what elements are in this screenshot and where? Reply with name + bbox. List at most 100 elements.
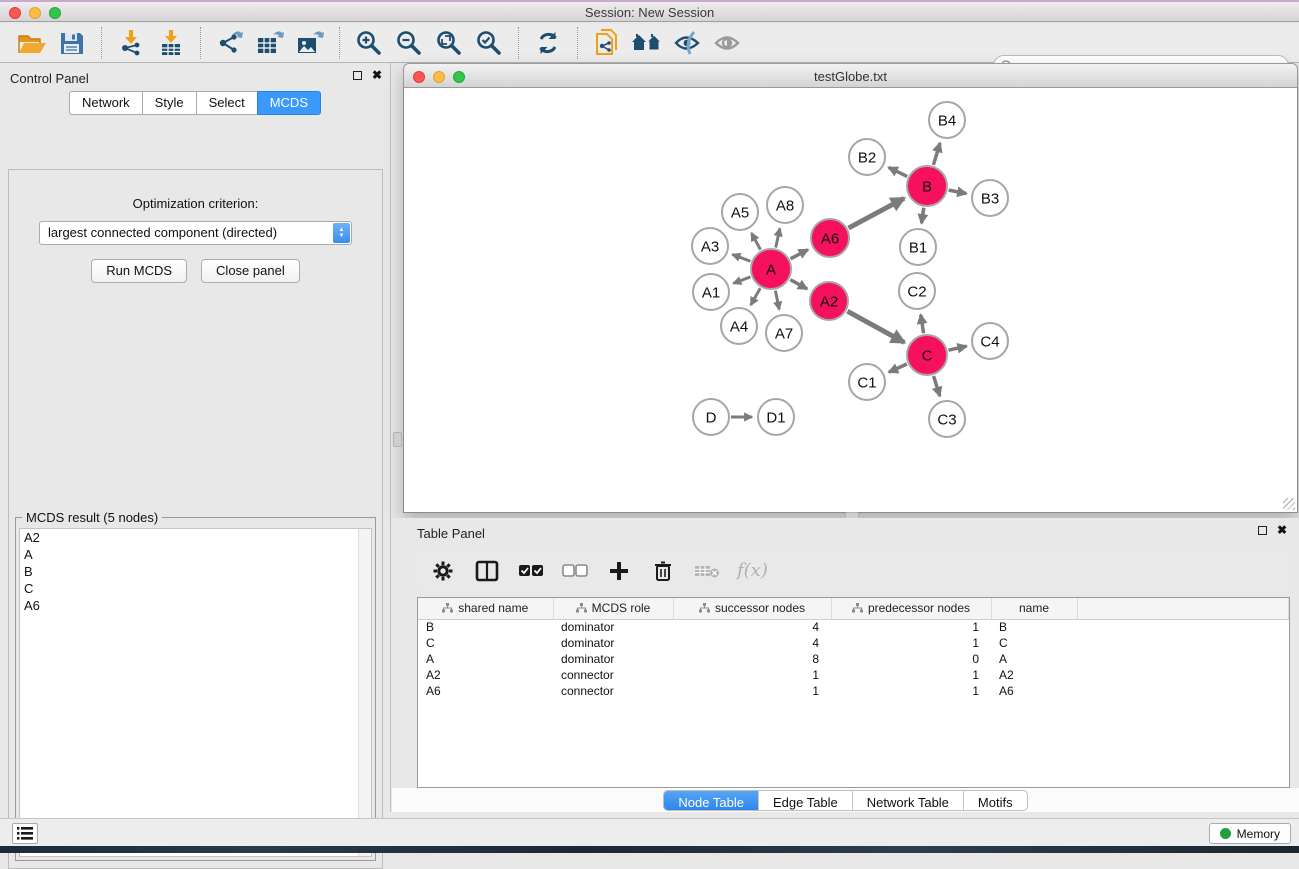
settings-gear-icon[interactable]	[429, 557, 457, 585]
show-hide-icon[interactable]	[710, 27, 744, 59]
network-window-titlebar[interactable]: testGlobe.txt	[403, 63, 1298, 88]
zoom-selected-icon[interactable]	[472, 27, 506, 59]
close-table-panel-icon[interactable]: ✖	[1277, 526, 1287, 535]
result-item[interactable]: A	[20, 546, 371, 563]
node-A5[interactable]: A5	[722, 194, 758, 230]
node-table[interactable]: shared nameMCDS rolesuccessor nodesprede…	[417, 597, 1290, 788]
new-network-file-icon[interactable]	[590, 27, 624, 59]
table-row[interactable]: Cdominator41C	[418, 635, 1289, 651]
delete-columns-icon[interactable]	[649, 557, 677, 585]
edge-A-A8[interactable]	[776, 228, 780, 247]
tab-edge-table[interactable]: Edge Table	[759, 791, 853, 810]
column-header[interactable]: successor nodes	[673, 598, 831, 619]
node-C1[interactable]: C1	[849, 364, 885, 400]
column-header[interactable]: predecessor nodes	[831, 598, 991, 619]
tab-mcds[interactable]: MCDS	[257, 91, 321, 115]
node-B4[interactable]: B4	[929, 102, 965, 138]
toggle-graphics-details-icon[interactable]	[670, 27, 704, 59]
network-graph[interactable]: B4 B2 B B3 A5A8A6 A3 B1 A A1 C2 A2 A4A7 C4 C C1 D D1 C3	[404, 88, 1297, 511]
home-networks-icon[interactable]	[630, 27, 664, 59]
export-table-icon[interactable]	[253, 27, 287, 59]
add-column-icon[interactable]	[605, 557, 633, 585]
edge-A-A7[interactable]	[775, 291, 779, 310]
memory-button[interactable]: Memory	[1209, 823, 1291, 844]
node-A3[interactable]: A3	[692, 228, 728, 264]
edge-C-C1[interactable]	[889, 364, 907, 372]
edge-A6-B[interactable]	[849, 198, 905, 228]
tab-motifs[interactable]: Motifs	[964, 791, 1027, 810]
edge-A-A5[interactable]	[751, 233, 760, 250]
select-all-columns-icon[interactable]	[517, 557, 545, 585]
task-history-button[interactable]	[12, 823, 38, 844]
result-item[interactable]: A6	[20, 597, 371, 614]
result-item[interactable]: B	[20, 563, 371, 580]
node-B3[interactable]: B3	[972, 180, 1008, 216]
node-D[interactable]: D	[693, 399, 729, 435]
edge-B-B4[interactable]	[933, 143, 940, 165]
export-network-icon[interactable]	[213, 27, 247, 59]
export-image-icon[interactable]	[293, 27, 327, 59]
zoom-out-icon[interactable]	[392, 27, 426, 59]
edge-B-B2[interactable]	[889, 167, 908, 176]
float-panel-icon[interactable]	[353, 71, 362, 80]
mcds-result-list[interactable]: A2ABCA6	[19, 528, 372, 857]
edge-A-A4[interactable]	[751, 288, 760, 305]
zoom-fit-icon[interactable]	[432, 27, 466, 59]
edge-C-C3[interactable]	[934, 376, 940, 396]
node-A2[interactable]: A2	[810, 282, 848, 320]
table-row[interactable]: Bdominator41B	[418, 619, 1289, 635]
node-A7[interactable]: A7	[766, 315, 802, 351]
table-row[interactable]: Adominator80A	[418, 651, 1289, 667]
table-row[interactable]: A2connector11A2	[418, 667, 1289, 683]
import-network-icon[interactable]	[114, 27, 148, 59]
edge-B-B3[interactable]	[949, 190, 967, 193]
refresh-icon[interactable]	[531, 27, 565, 59]
node-A4[interactable]: A4	[721, 308, 757, 344]
zoom-in-icon[interactable]	[352, 27, 386, 59]
network-canvas[interactable]: B4 B2 B B3 A5A8A6 A3 B1 A A1 C2 A2 A4A7 C4 C C1 D D1 C3	[403, 88, 1298, 513]
edge-C-C4[interactable]	[948, 346, 966, 350]
show-column-panel-icon[interactable]	[473, 557, 501, 585]
tab-style[interactable]: Style	[142, 91, 196, 115]
tab-network[interactable]: Network	[69, 91, 142, 115]
result-item[interactable]: A2	[20, 529, 371, 546]
criterion-dropdown[interactable]: largest connected component (directed) ▲…	[39, 221, 352, 245]
desktop-vertical-scrollbar[interactable]	[393, 432, 402, 447]
node-C2[interactable]: C2	[899, 273, 935, 309]
edge-A-A3[interactable]	[732, 254, 750, 261]
node-B2[interactable]: B2	[849, 139, 885, 175]
column-header[interactable]: shared name	[418, 598, 553, 619]
import-table-icon[interactable]	[154, 27, 188, 59]
edge-A-A2[interactable]	[790, 280, 807, 289]
edge-A-A6[interactable]	[790, 250, 807, 259]
edge-A2-C[interactable]	[847, 311, 904, 342]
node-A1[interactable]: A1	[693, 274, 729, 310]
node-C3[interactable]: C3	[929, 401, 965, 437]
node-A8[interactable]: A8	[767, 187, 803, 223]
float-table-panel-icon[interactable]	[1258, 526, 1267, 535]
result-item[interactable]: C	[20, 580, 371, 597]
edge-B-B1[interactable]	[922, 208, 924, 223]
node-B[interactable]: B	[907, 166, 947, 206]
node-C4[interactable]: C4	[972, 323, 1008, 359]
tab-network-table[interactable]: Network Table	[853, 791, 964, 810]
node-B1[interactable]: B1	[900, 229, 936, 265]
close-panel-icon[interactable]: ✖	[372, 71, 382, 80]
edge-A-A1[interactable]	[733, 277, 750, 284]
window-resize-grip[interactable]	[1283, 498, 1295, 510]
column-header[interactable]: name	[991, 598, 1077, 619]
tab-node-table[interactable]: Node Table	[664, 791, 759, 810]
column-header[interactable]: MCDS role	[553, 598, 673, 619]
node-A6[interactable]: A6	[811, 219, 849, 257]
node-A[interactable]: A	[751, 249, 791, 289]
unselect-all-columns-icon[interactable]	[561, 557, 589, 585]
table-row[interactable]: A6connector11A6	[418, 683, 1289, 699]
close-panel-button[interactable]: Close panel	[201, 259, 300, 283]
edge-C-C2[interactable]	[921, 315, 924, 334]
save-session-icon[interactable]	[55, 27, 89, 59]
run-mcds-button[interactable]: Run MCDS	[91, 259, 187, 283]
tab-select[interactable]: Select	[196, 91, 257, 115]
node-D1[interactable]: D1	[758, 399, 794, 435]
result-scrollbar[interactable]	[358, 529, 371, 856]
node-C[interactable]: C	[907, 335, 947, 375]
